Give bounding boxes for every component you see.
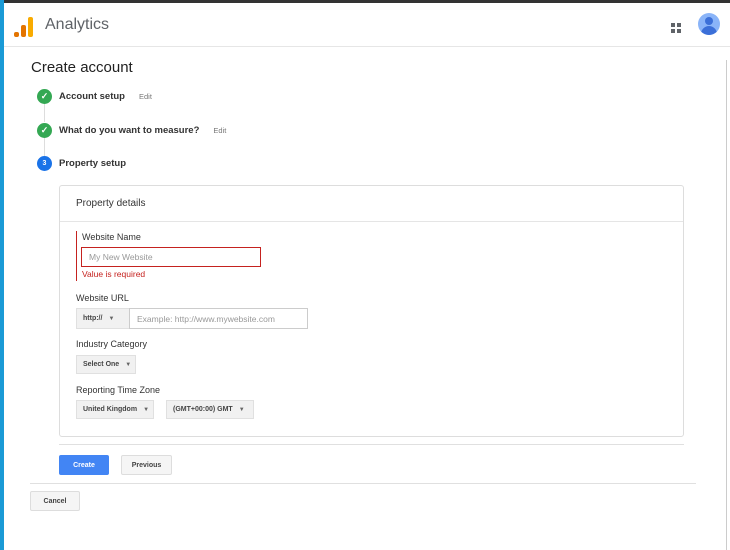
industry-value: Select One [83, 361, 120, 368]
protocol-dropdown[interactable]: http:// ▼ [76, 308, 130, 329]
chevron-down-icon: ▼ [143, 406, 150, 413]
step-label: What do you want to measure? [59, 124, 200, 136]
step-measure: ✓ What do you want to measure? Edit [37, 122, 226, 138]
apps-grid-icon[interactable] [671, 23, 681, 33]
step-number-badge: 3 [37, 155, 52, 171]
website-name-label: Website Name [82, 232, 141, 242]
industry-dropdown[interactable]: Select One ▼ [76, 355, 136, 374]
property-details-card: Property details Website Name My New Web… [59, 185, 684, 437]
check-icon: ✓ [37, 122, 52, 138]
previous-button[interactable]: Previous [121, 455, 172, 475]
create-button[interactable]: Create [59, 455, 109, 475]
industry-label: Industry Category [76, 339, 148, 349]
website-name-input[interactable]: My New Website [81, 247, 261, 267]
stepper-connector [44, 138, 45, 156]
app-title: Analytics [45, 16, 110, 33]
scrollbar-track[interactable] [726, 60, 727, 550]
chevron-down-icon: ▼ [125, 361, 132, 368]
window-left-border [0, 0, 4, 550]
protocol-value: http:// [83, 315, 103, 322]
edit-link[interactable]: Edit [139, 92, 152, 101]
divider [30, 483, 696, 484]
timezone-label: Reporting Time Zone [76, 385, 161, 395]
card-title: Property details [76, 198, 146, 209]
app-header: Analytics [4, 3, 730, 47]
page-title: Create account [31, 59, 133, 76]
divider [59, 444, 684, 445]
step-label: Property setup [59, 157, 127, 169]
timezone-dropdown[interactable]: (GMT+00:00) GMT ▼ [166, 400, 254, 419]
edit-link[interactable]: Edit [213, 126, 226, 135]
step-label: Account setup [59, 90, 125, 102]
step-property-setup: 3 Property setup [37, 155, 126, 171]
timezone-value: (GMT+00:00) GMT [173, 406, 233, 413]
analytics-logo-icon [14, 15, 34, 37]
error-indicator [76, 231, 77, 281]
account-avatar[interactable] [698, 13, 720, 35]
check-icon: ✓ [37, 88, 52, 104]
website-url-input[interactable]: Example: http://www.mywebsite.com [129, 308, 308, 329]
cancel-button[interactable]: Cancel [30, 491, 80, 511]
country-dropdown[interactable]: United Kingdom ▼ [76, 400, 154, 419]
chevron-down-icon: ▼ [238, 406, 245, 413]
country-value: United Kingdom [83, 406, 138, 413]
divider [60, 221, 683, 222]
stepper-connector [44, 104, 45, 122]
chevron-down-icon: ▼ [108, 315, 115, 322]
error-message: Value is required [82, 269, 146, 279]
website-url-label: Website URL [76, 293, 129, 303]
step-account-setup: ✓ Account setup Edit [37, 88, 152, 104]
